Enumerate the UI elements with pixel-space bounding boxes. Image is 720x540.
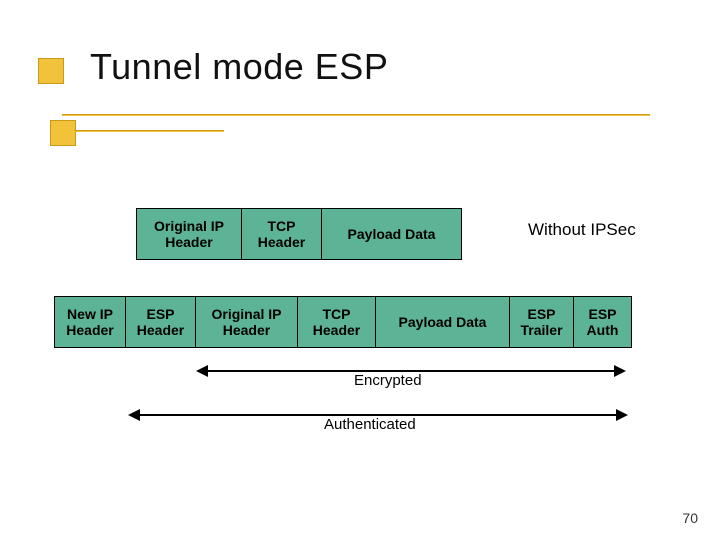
arrow-right-icon <box>614 365 626 377</box>
cell-payload-data: Payload Data <box>322 208 462 260</box>
packet-tunnel-esp: New IP Header ESP Header Original IP Hea… <box>54 296 632 348</box>
page-title: Tunnel mode ESP <box>90 46 388 88</box>
without-ipsec-caption: Without IPSec <box>528 220 636 240</box>
cell-new-ip-header: New IP Header <box>54 296 126 348</box>
encrypted-label: Encrypted <box>350 372 426 389</box>
title-bullet-square-bottom <box>50 120 76 146</box>
arrow-right-icon <box>616 409 628 421</box>
cell-esp-trailer: ESP Trailer <box>510 296 574 348</box>
authenticated-label: Authenticated <box>320 416 420 433</box>
page-number: 70 <box>682 510 698 526</box>
cell-tcp-header: TCP Header <box>242 208 322 260</box>
cell-esp-header: ESP Header <box>126 296 196 348</box>
cell-original-ip-header: Original IP Header <box>136 208 242 260</box>
packet-without-ipsec: Original IP Header TCP Header Payload Da… <box>136 208 462 260</box>
cell-tcp-header: TCP Header <box>298 296 376 348</box>
arrow-left-icon <box>128 409 140 421</box>
title-bullet-square-top <box>38 58 64 84</box>
cell-original-ip-header: Original IP Header <box>196 296 298 348</box>
cell-esp-auth: ESP Auth <box>574 296 632 348</box>
cell-payload-data: Payload Data <box>376 296 510 348</box>
arrow-left-icon <box>196 365 208 377</box>
title-rule-long <box>62 114 650 116</box>
title-rule-short <box>74 130 224 132</box>
